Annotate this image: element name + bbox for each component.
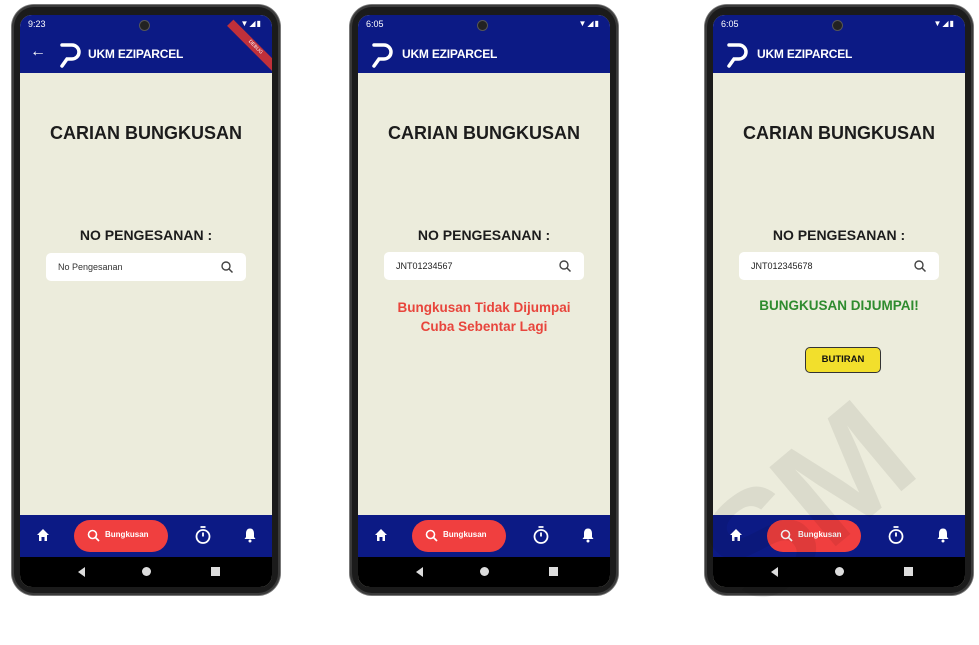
- system-back-icon[interactable]: [771, 567, 778, 577]
- system-nav-bar: [713, 557, 965, 587]
- bell-icon[interactable]: [243, 527, 257, 543]
- system-recent-icon[interactable]: [549, 567, 558, 576]
- camera-hole: [140, 21, 149, 30]
- system-recent-icon[interactable]: [904, 567, 913, 576]
- page-title: CARIAN BUNGKUSAN: [388, 123, 580, 143]
- status-time: 6:05: [721, 19, 739, 29]
- status-time: 9:23: [28, 19, 46, 29]
- logo-icon: [727, 43, 748, 68]
- phone-frame-1: 9:23 ▼◢▮ ← UKM EZIPARCEL DEBUG CARIAN BU…: [12, 5, 280, 595]
- system-back-icon[interactable]: [78, 567, 85, 577]
- camera-hole: [833, 21, 842, 30]
- screen-2: 6:05 ▼◢▮ UKM EZIPARCEL CARIAN BUNGKUSAN …: [358, 15, 610, 587]
- system-nav-bar: [20, 557, 272, 587]
- timer-icon[interactable]: [194, 525, 212, 545]
- nav-search-label: Bungkusan: [798, 530, 842, 539]
- search-icon[interactable]: [220, 260, 234, 274]
- not-found-line-1: Bungkusan Tidak Dijumpai: [397, 300, 571, 315]
- tracking-number-input[interactable]: [384, 252, 556, 280]
- bottom-nav: Bungkusan: [358, 515, 610, 557]
- status-icons: ▼◢▮: [933, 19, 955, 28]
- search-box[interactable]: [739, 252, 939, 280]
- tracking-label: NO PENGESANAN :: [79, 227, 213, 243]
- app-bar: UKM EZIPARCEL: [358, 35, 610, 73]
- timer-icon[interactable]: [532, 525, 550, 545]
- app-bar: UKM EZIPARCEL: [713, 35, 965, 73]
- app-title: UKM EZIPARCEL: [757, 47, 853, 61]
- search-box[interactable]: [46, 253, 246, 281]
- system-nav-bar: [358, 557, 610, 587]
- search-icon[interactable]: [913, 259, 927, 273]
- screen-3: 6:05 ▼◢▮ UKM EZIPARCEL CARIAN BUNGKUSAN …: [713, 15, 965, 587]
- status-time: 6:05: [366, 19, 384, 29]
- search-icon[interactable]: [558, 259, 572, 273]
- app-bar: ← UKM EZIPARCEL DEBUG: [20, 19, 272, 76]
- system-home-icon[interactable]: [480, 567, 489, 576]
- search-icon: [425, 529, 438, 542]
- tracking-number-input[interactable]: [739, 252, 911, 280]
- camera-hole: [478, 21, 487, 30]
- phone-frame-3: 6:05 ▼◢▮ UKM EZIPARCEL CARIAN BUNGKUSAN …: [705, 5, 973, 595]
- tracking-label: NO PENGESANAN :: [772, 227, 906, 243]
- search-icon: [87, 529, 100, 542]
- page-title: CARIAN BUNGKUSAN: [743, 123, 935, 143]
- logo-icon: [60, 43, 81, 68]
- phone-frame-2: 6:05 ▼◢▮ UKM EZIPARCEL CARIAN BUNGKUSAN …: [350, 5, 618, 595]
- status-icons: ▼◢▮: [240, 19, 262, 28]
- nav-search-label: Bungkusan: [105, 530, 149, 539]
- home-icon[interactable]: [729, 528, 743, 542]
- tracking-number-input[interactable]: [46, 253, 218, 281]
- nav-search-label: Bungkusan: [443, 530, 487, 539]
- app-title: UKM EZIPARCEL: [88, 47, 184, 61]
- bell-icon[interactable]: [581, 527, 595, 543]
- home-icon[interactable]: [36, 528, 50, 542]
- page-title: CARIAN BUNGKUSAN: [50, 123, 242, 143]
- search-icon: [780, 529, 793, 542]
- logo-icon: [372, 43, 393, 68]
- home-icon[interactable]: [374, 528, 388, 542]
- search-box[interactable]: [384, 252, 584, 280]
- not-found-message: Bungkusan Tidak Dijumpai Cuba Sebentar L…: [358, 298, 610, 336]
- not-found-line-2: Cuba Sebentar Lagi: [420, 319, 548, 334]
- screen-1: 9:23 ▼◢▮ ← UKM EZIPARCEL DEBUG CARIAN BU…: [20, 15, 272, 587]
- timer-icon[interactable]: [887, 525, 905, 545]
- system-home-icon[interactable]: [142, 567, 151, 576]
- bell-icon[interactable]: [936, 527, 950, 543]
- nav-search-button[interactable]: Bungkusan: [412, 520, 506, 552]
- system-back-icon[interactable]: [416, 567, 423, 577]
- details-button[interactable]: BUTIRAN: [805, 347, 881, 373]
- bottom-nav: Bungkusan: [20, 515, 272, 557]
- nav-search-button[interactable]: Bungkusan: [74, 520, 168, 552]
- back-arrow-icon[interactable]: ←: [30, 43, 46, 61]
- system-home-icon[interactable]: [835, 567, 844, 576]
- system-recent-icon[interactable]: [211, 567, 220, 576]
- status-icons: ▼◢▮: [578, 19, 600, 28]
- nav-search-button[interactable]: Bungkusan: [767, 520, 861, 552]
- bottom-nav: Bungkusan: [713, 515, 965, 557]
- found-message: BUNGKUSAN DIJUMPAI!: [759, 298, 919, 313]
- tracking-label: NO PENGESANAN :: [417, 227, 551, 243]
- app-title: UKM EZIPARCEL: [402, 47, 498, 61]
